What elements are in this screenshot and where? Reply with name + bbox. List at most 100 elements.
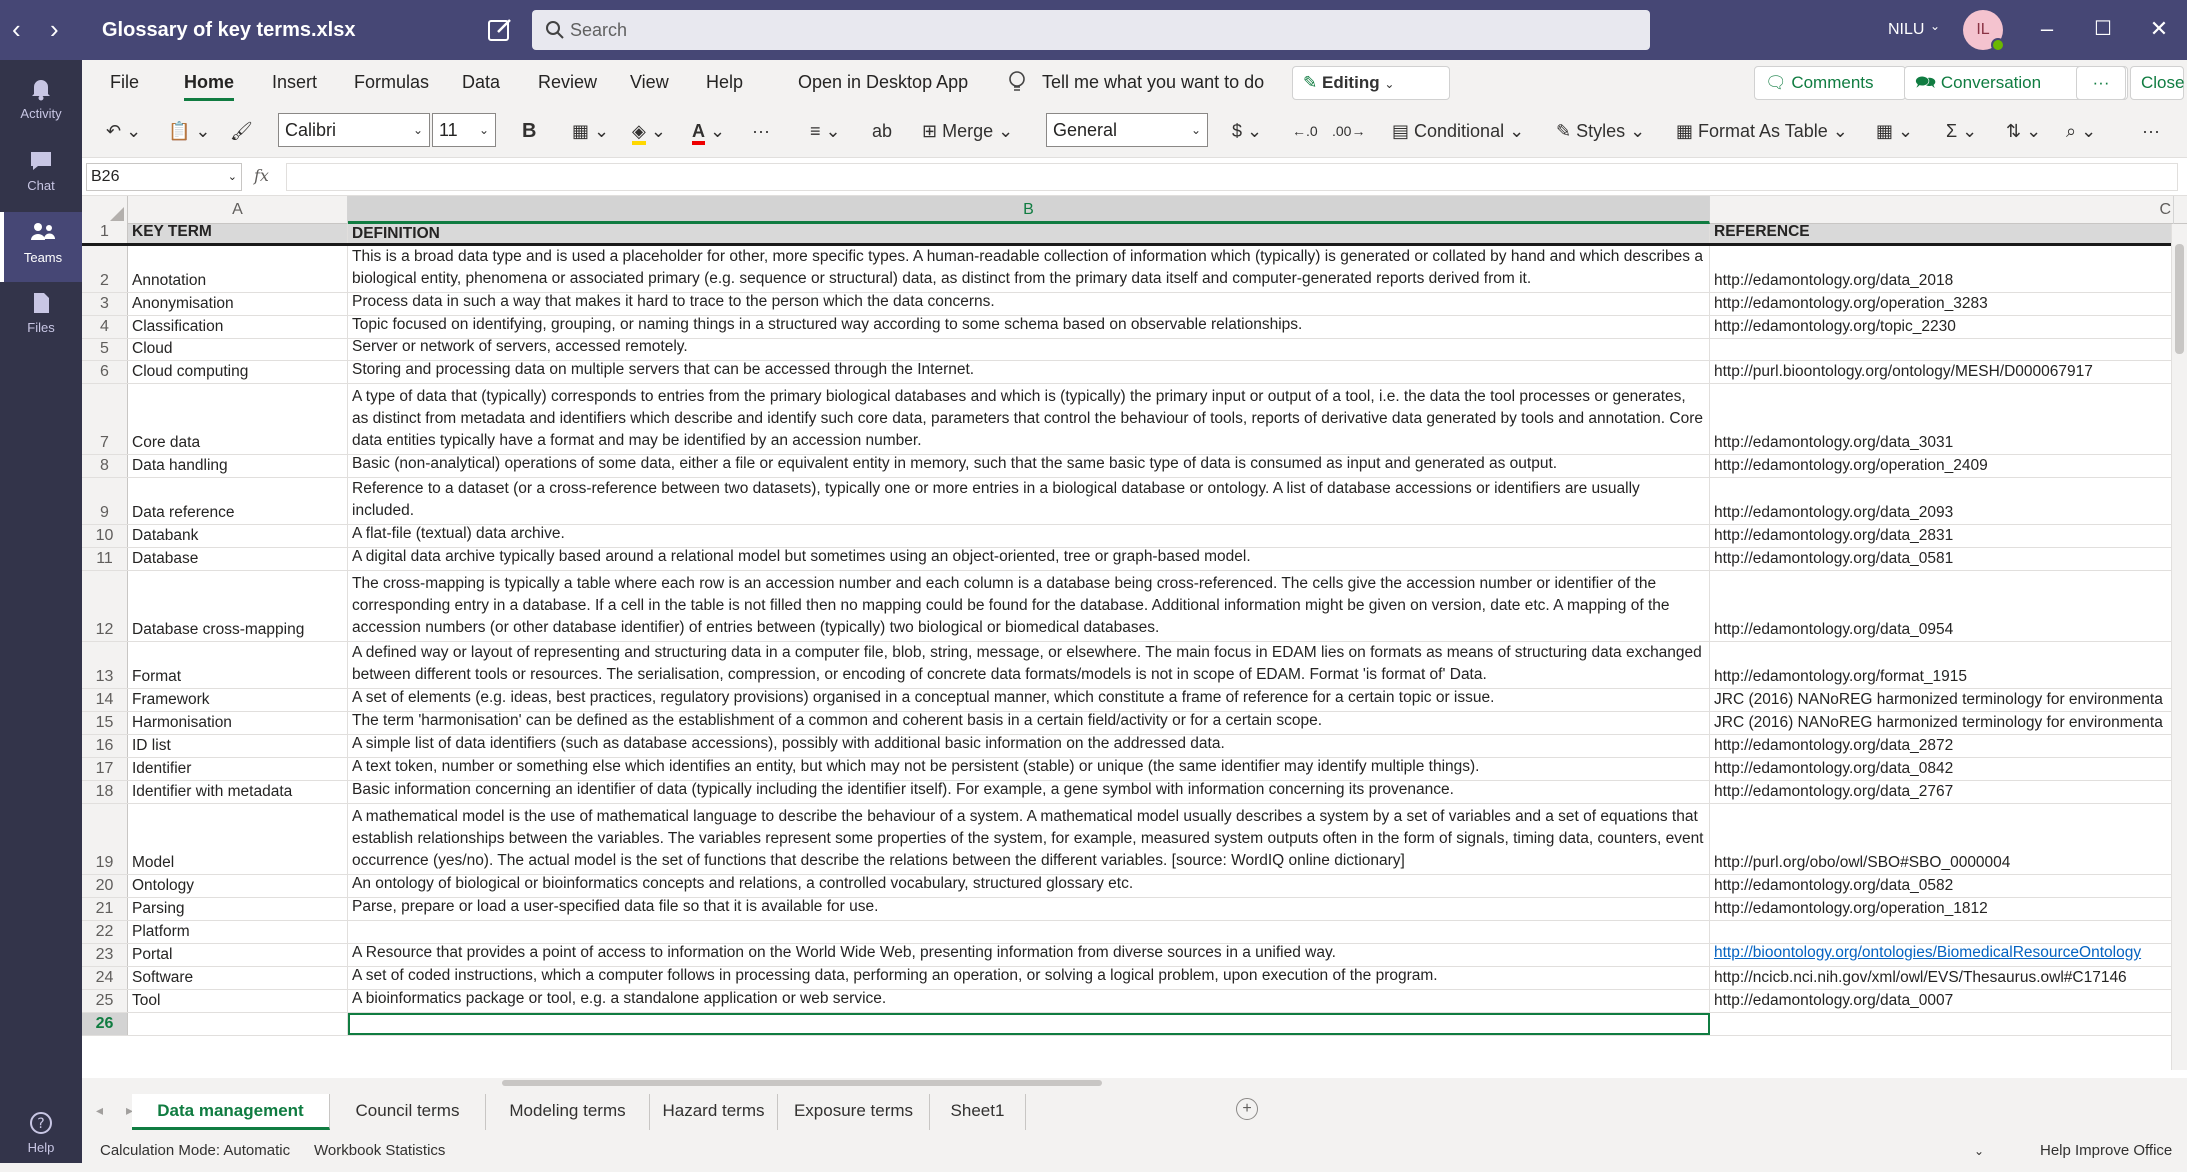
- cell-key-term[interactable]: Tool: [128, 990, 348, 1012]
- cell-definition[interactable]: The term 'harmonisation' can be defined …: [348, 712, 1710, 734]
- cell-reference[interactable]: http://edamontology.org/topic_2230: [1710, 316, 2174, 338]
- cell-key-term[interactable]: Format: [128, 642, 348, 688]
- row-header[interactable]: 11: [82, 548, 128, 570]
- cell-reference[interactable]: http://edamontology.org/operation_3283: [1710, 293, 2174, 315]
- column-header-c[interactable]: C: [1710, 196, 2174, 224]
- cell-definition[interactable]: An ontology of biological or bioinformat…: [348, 875, 1710, 897]
- cell-reference[interactable]: http://edamontology.org/data_2831: [1710, 525, 2174, 547]
- rail-help[interactable]: ? Help: [0, 1102, 82, 1172]
- row-header[interactable]: 15: [82, 712, 128, 734]
- number-format-select[interactable]: General ⌄: [1046, 113, 1208, 147]
- cell-reference[interactable]: JRC (2016) NANoREG harmonized terminolog…: [1710, 712, 2174, 734]
- row-header[interactable]: 16: [82, 735, 128, 757]
- cell-reference[interactable]: http://edamontology.org/data_0842: [1710, 758, 2174, 780]
- row-header[interactable]: 8: [82, 455, 128, 477]
- add-sheet-icon[interactable]: +: [1236, 1098, 1258, 1120]
- cell-key-term[interactable]: [128, 1013, 348, 1035]
- font-color-icon[interactable]: A ⌄: [692, 114, 725, 148]
- sheet-tab[interactable]: Sheet1: [930, 1094, 1026, 1130]
- formula-input[interactable]: [286, 163, 2178, 191]
- cell-key-term[interactable]: Annotation: [128, 246, 348, 292]
- editing-mode-button[interactable]: ✎ Editing ⌄: [1292, 66, 1450, 100]
- cell-definition[interactable]: A type of data that (typically) correspo…: [348, 384, 1710, 454]
- find-icon[interactable]: ⌕ ⌄: [2066, 114, 2096, 148]
- comments-button[interactable]: 🗨 Comments: [1754, 66, 1906, 100]
- format-painter-icon[interactable]: 🖌: [230, 114, 253, 148]
- cell-key-term[interactable]: Cloud: [128, 339, 348, 360]
- cell-reference[interactable]: REFERENCE: [1710, 224, 2174, 243]
- tab-home[interactable]: Home: [184, 70, 235, 101]
- more-commands-icon[interactable]: ···: [2142, 114, 2160, 148]
- row-header[interactable]: 5: [82, 339, 128, 360]
- maximize-icon[interactable]: ☐: [2080, 14, 2126, 44]
- cell-key-term[interactable]: ID list: [128, 735, 348, 757]
- cell-definition[interactable]: Process data in such a way that makes it…: [348, 293, 1710, 315]
- row-header[interactable]: 4: [82, 316, 128, 338]
- rail-teams[interactable]: Teams: [0, 212, 82, 282]
- cell-key-term[interactable]: Framework: [128, 689, 348, 711]
- cell-reference[interactable]: [1710, 339, 2174, 360]
- sort-filter-icon[interactable]: ⇅ ⌄: [2006, 114, 2041, 148]
- cell-definition[interactable]: Basic (non-analytical) operations of som…: [348, 455, 1710, 477]
- scroll-thumb[interactable]: [2175, 244, 2184, 354]
- cell-reference[interactable]: http://edamontology.org/data_2093: [1710, 478, 2174, 524]
- cell-definition[interactable]: Server or network of servers, accessed r…: [348, 338, 1710, 360]
- autosum-icon[interactable]: Σ ⌄: [1946, 114, 1977, 148]
- cell-definition[interactable]: A digital data archive typically based a…: [348, 548, 1710, 570]
- more-options-button[interactable]: ···: [2076, 66, 2126, 100]
- row-header[interactable]: 2: [82, 246, 128, 292]
- row-header[interactable]: 13: [82, 642, 128, 688]
- tab-formulas[interactable]: Formulas: [354, 70, 429, 94]
- row-header[interactable]: 20: [82, 875, 128, 897]
- cell-reference[interactable]: http://edamontology.org/data_0581: [1710, 548, 2174, 570]
- format-as-table-button[interactable]: ▦ Format As Table ⌄: [1676, 114, 1848, 148]
- reference-link[interactable]: http://bioontology.org/ontologies/Biomed…: [1714, 944, 2141, 961]
- row-header[interactable]: 7: [82, 384, 128, 454]
- rail-files[interactable]: Files: [0, 282, 82, 352]
- avatar[interactable]: IL: [1963, 10, 2005, 52]
- cell-reference[interactable]: http://edamontology.org/format_1915: [1710, 642, 2174, 688]
- tab-data[interactable]: Data: [462, 70, 500, 94]
- help-improve-office[interactable]: Help Improve Office: [2040, 1140, 2172, 1162]
- close-window-icon[interactable]: ✕: [2136, 14, 2182, 44]
- decrease-decimal-icon[interactable]: .00→: [1332, 114, 1365, 148]
- rail-activity[interactable]: Activity: [0, 68, 82, 138]
- cell-definition[interactable]: Parse, prepare or load a user-specified …: [348, 898, 1710, 920]
- cell-reference[interactable]: http://edamontology.org/data_0582: [1710, 875, 2174, 897]
- font-name-select[interactable]: Calibri ⌄: [278, 113, 430, 147]
- row-header[interactable]: 6: [82, 361, 128, 383]
- row-header[interactable]: 1: [82, 223, 128, 243]
- cell-definition[interactable]: A bioinformatics package or tool, e.g. a…: [348, 990, 1710, 1012]
- org-switcher[interactable]: NILU: [1888, 19, 1924, 41]
- back-icon[interactable]: ‹: [12, 14, 21, 44]
- cell-reference[interactable]: http://edamontology.org/data_2872: [1710, 735, 2174, 757]
- fill-color-icon[interactable]: ◈ ⌄: [632, 114, 666, 148]
- tell-me-search[interactable]: Tell me what you want to do: [1042, 70, 1264, 94]
- chevron-down-icon[interactable]: ⌄: [1974, 1140, 1984, 1162]
- cell-key-term[interactable]: Parsing: [128, 898, 348, 920]
- cell-key-term[interactable]: Classification: [128, 316, 348, 338]
- sheet-tab[interactable]: Council terms: [330, 1094, 486, 1130]
- cell-key-term[interactable]: Portal: [128, 944, 348, 966]
- column-header-b[interactable]: B: [348, 196, 1710, 224]
- cell-reference[interactable]: JRC (2016) NANoREG harmonized terminolog…: [1710, 689, 2174, 711]
- row-header[interactable]: 19: [82, 804, 128, 874]
- tab-insert[interactable]: Insert: [272, 70, 317, 94]
- cell-key-term[interactable]: Database: [128, 548, 348, 570]
- styles-button[interactable]: ✎ Styles ⌄: [1556, 114, 1645, 148]
- sheet-tab[interactable]: Exposure terms: [778, 1094, 930, 1130]
- close-button[interactable]: Close: [2130, 66, 2184, 100]
- cell-definition[interactable]: [348, 921, 1710, 943]
- row-header[interactable]: 3: [82, 293, 128, 315]
- cell-key-term[interactable]: KEY TERM: [128, 224, 348, 243]
- row-header[interactable]: 21: [82, 898, 128, 920]
- row-header[interactable]: 9: [82, 478, 128, 524]
- cell-key-term[interactable]: Database cross-mapping: [128, 571, 348, 641]
- bold-icon[interactable]: B: [522, 114, 536, 148]
- paste-icon[interactable]: 📋 ⌄: [168, 114, 211, 148]
- search-input[interactable]: Search: [532, 10, 1650, 50]
- calculation-mode[interactable]: Calculation Mode: Automatic: [100, 1140, 290, 1162]
- prev-sheet-icon[interactable]: ◂: [96, 1102, 103, 1119]
- conditional-format-button[interactable]: ▤ Conditional ⌄: [1392, 114, 1524, 148]
- insert-cells-icon[interactable]: ▦ ⌄: [1876, 114, 1913, 148]
